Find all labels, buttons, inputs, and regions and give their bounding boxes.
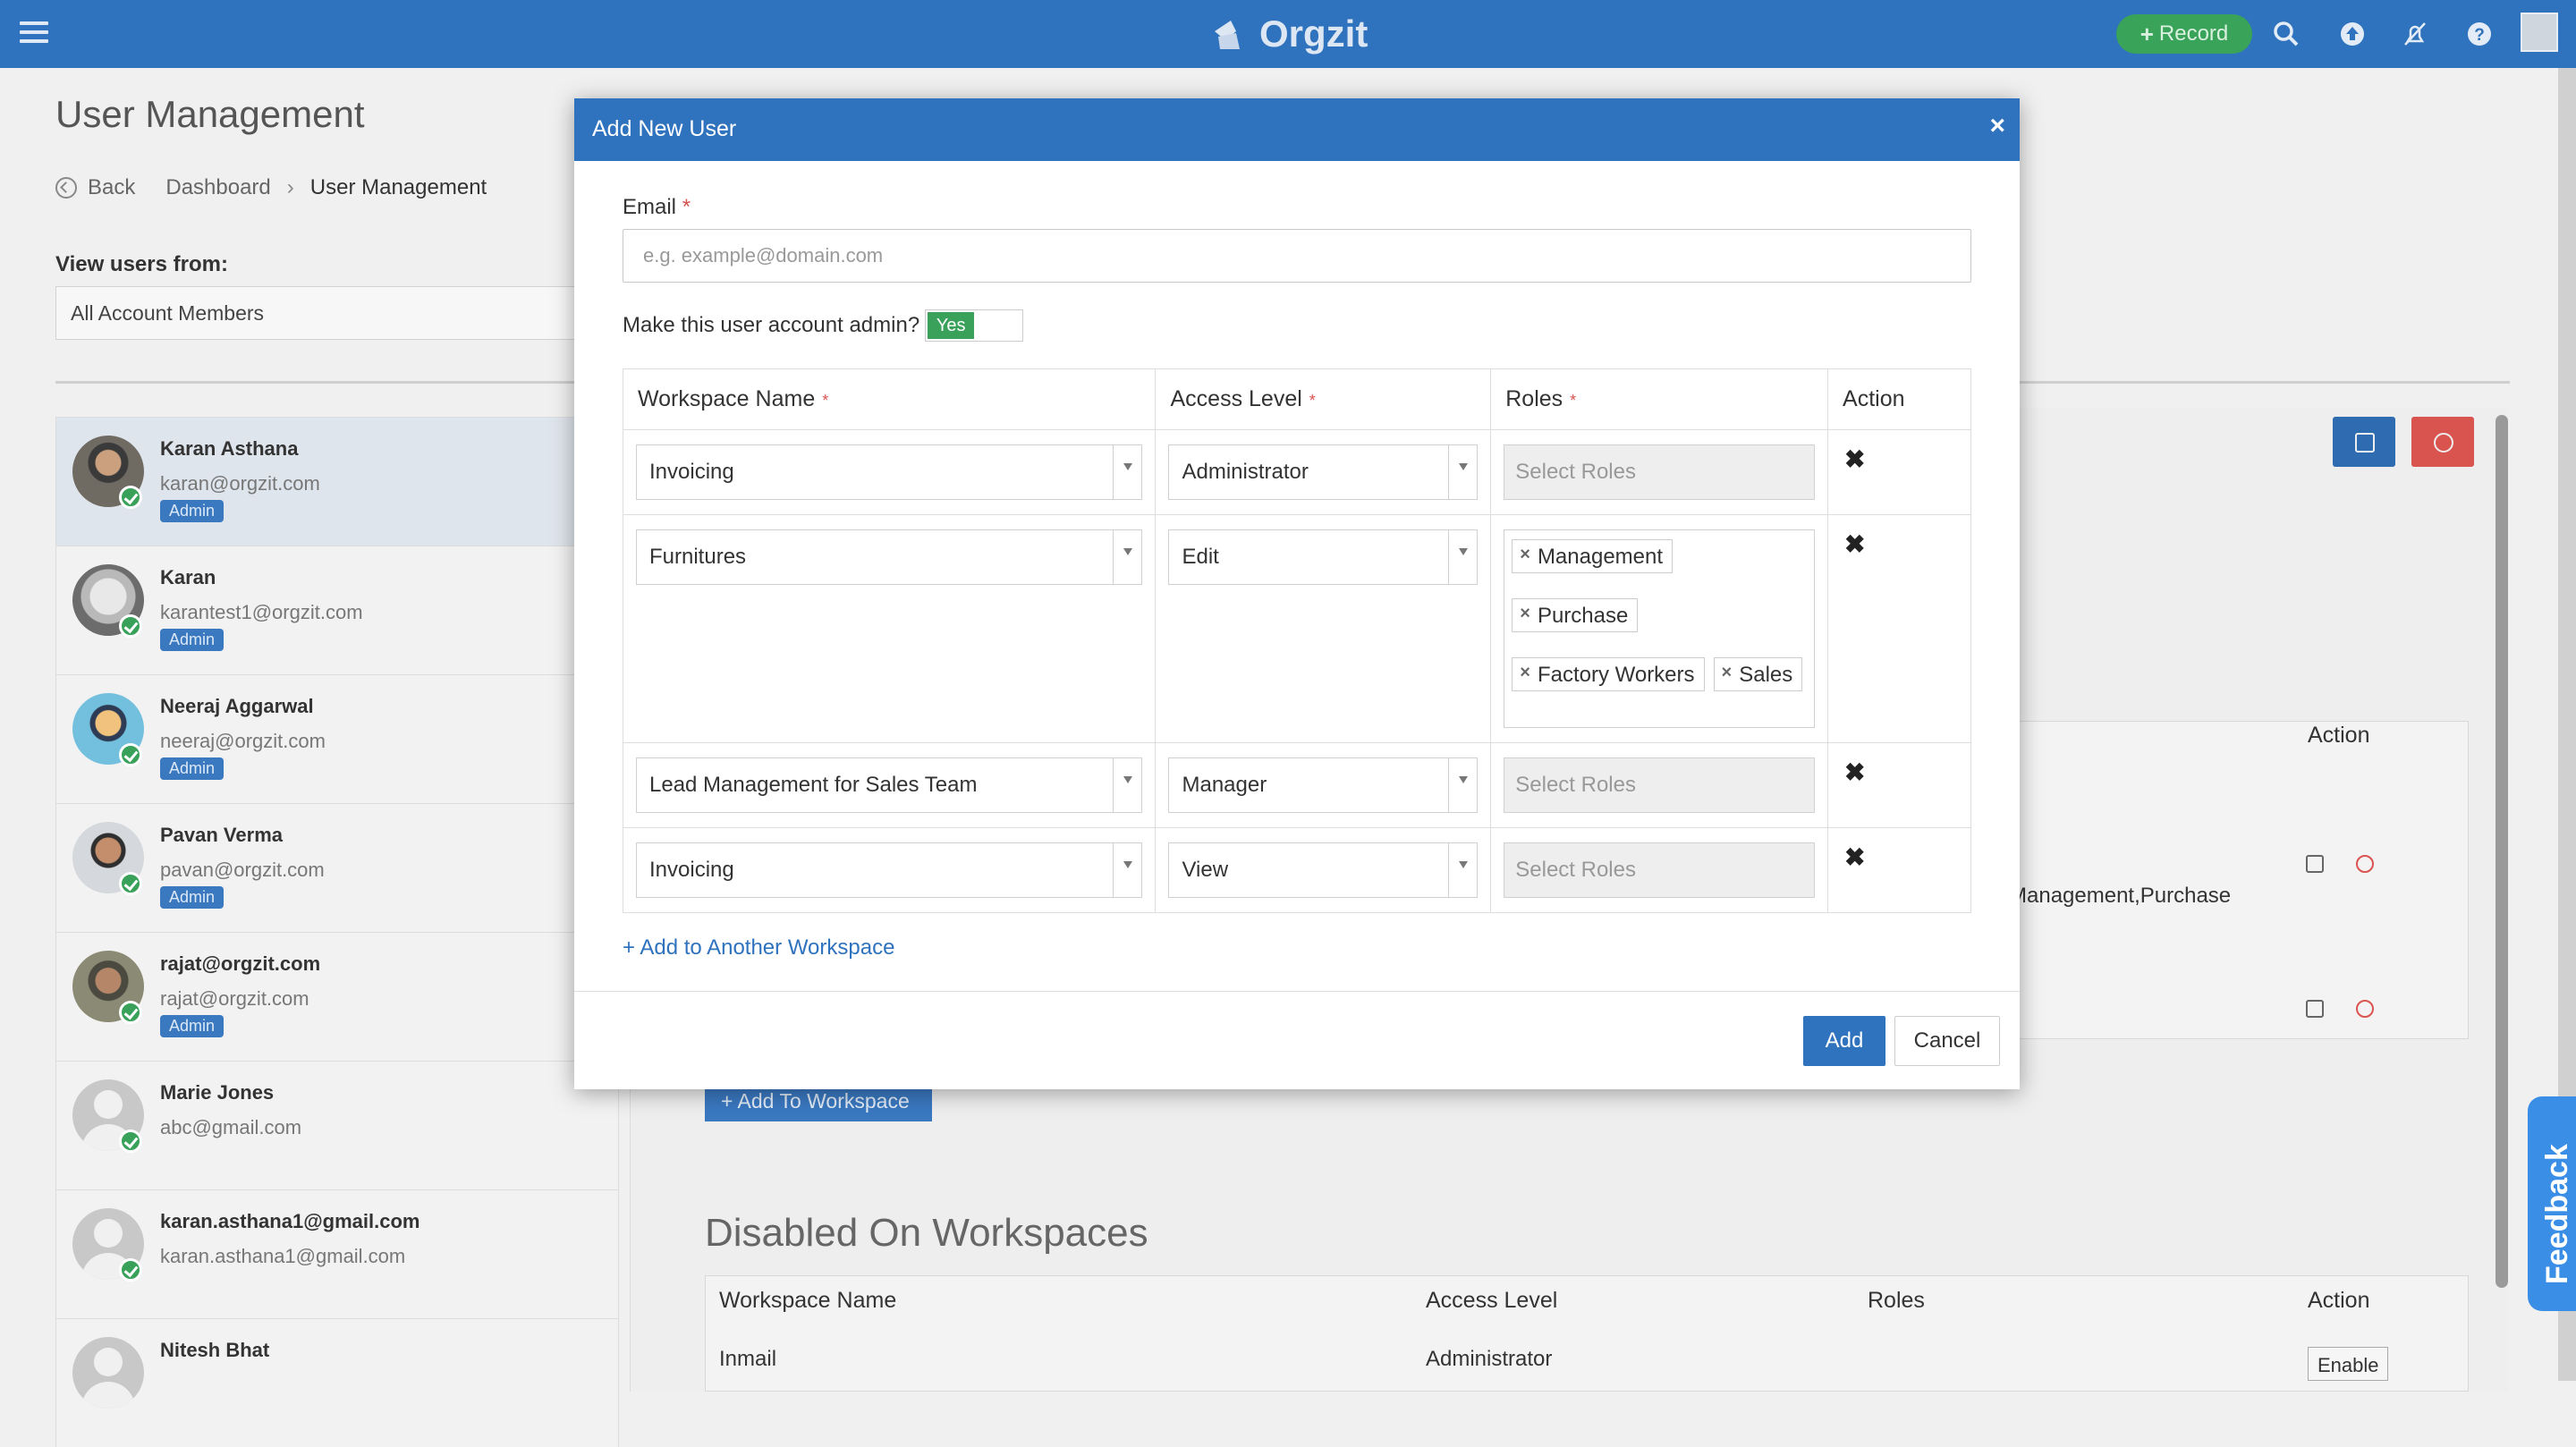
header-action: Action bbox=[1827, 368, 1971, 430]
roles-select[interactable]: Select Roles bbox=[1504, 444, 1816, 500]
add-another-workspace-link[interactable]: + Add to Another Workspace bbox=[623, 935, 894, 960]
dropdown-arrow-icon bbox=[1448, 843, 1477, 897]
admin-question: Make this user account admin? bbox=[623, 313, 920, 337]
header-roles: Roles * bbox=[1490, 368, 1829, 430]
role-tag: × Management bbox=[1512, 539, 1674, 573]
modal-header: Add New User × bbox=[574, 98, 2020, 161]
access-level-select[interactable]: Manager bbox=[1168, 757, 1479, 813]
workspace-select[interactable]: Furnitures bbox=[636, 529, 1143, 585]
close-icon[interactable]: × bbox=[1989, 111, 2005, 141]
table-header-row: Workspace Name * Access Level * Roles * Act… bbox=[622, 368, 1971, 430]
remove-tag-icon[interactable]: × bbox=[1520, 604, 1530, 631]
email-input[interactable] bbox=[623, 229, 1971, 283]
workspace-table: Workspace Name * Access Level * Roles * Act… bbox=[622, 368, 1971, 913]
workspace-select[interactable]: Invoicing bbox=[636, 842, 1143, 898]
header-access-level: Access Level * bbox=[1155, 368, 1492, 430]
admin-toggle-on: Yes bbox=[928, 312, 975, 339]
workspace-select[interactable]: Invoicing bbox=[636, 444, 1143, 500]
dropdown-arrow-icon bbox=[1448, 445, 1477, 499]
modal-title: Add New User bbox=[592, 116, 737, 141]
remove-tag-icon[interactable]: × bbox=[1520, 545, 1530, 572]
remove-row-icon[interactable]: ✖ bbox=[1844, 843, 1865, 871]
dropdown-arrow-icon bbox=[1113, 445, 1141, 499]
role-tag: × Factory Workers bbox=[1512, 657, 1705, 691]
admin-toggle-row: Make this user account admin? Yes bbox=[623, 309, 1024, 342]
remove-tag-icon[interactable]: × bbox=[1722, 663, 1733, 690]
roles-select[interactable]: Select Roles bbox=[1504, 842, 1816, 898]
cancel-button[interactable]: Cancel bbox=[1894, 1016, 2000, 1066]
access-level-select[interactable]: View bbox=[1168, 842, 1479, 898]
dropdown-arrow-icon bbox=[1448, 758, 1477, 812]
remove-row-icon[interactable]: ✖ bbox=[1844, 445, 1865, 473]
access-level-select[interactable]: Edit bbox=[1168, 529, 1479, 585]
dropdown-arrow-icon bbox=[1113, 530, 1141, 584]
dropdown-arrow-icon bbox=[1113, 758, 1141, 812]
add-button[interactable]: Add bbox=[1803, 1016, 1885, 1066]
remove-tag-icon[interactable]: × bbox=[1520, 663, 1530, 690]
required-marker: * bbox=[682, 195, 691, 219]
admin-toggle[interactable]: Yes bbox=[925, 309, 1024, 342]
add-user-modal: Add New User × Email * Make this user ac… bbox=[574, 98, 2020, 1089]
remove-row-icon[interactable]: ✖ bbox=[1844, 758, 1865, 786]
table-row: Invoicing Administrator Select Roles ✖ bbox=[622, 429, 1971, 515]
dropdown-arrow-icon bbox=[1113, 843, 1141, 897]
remove-row-icon[interactable]: ✖ bbox=[1844, 530, 1865, 558]
email-label: Email * bbox=[623, 195, 691, 220]
table-row: Invoicing View Select Roles ✖ bbox=[622, 827, 1971, 913]
modal-footer-divider bbox=[574, 991, 2020, 992]
header-workspace-name: Workspace Name * bbox=[622, 368, 1157, 430]
table-row: Lead Management for Sales Team Manager S… bbox=[622, 742, 1971, 828]
table-row: Furnitures Edit × Management × Purchase × F… bbox=[622, 514, 1971, 743]
role-tag: × Purchase bbox=[1512, 598, 1639, 632]
role-tag: × Sales bbox=[1713, 657, 1803, 691]
roles-select[interactable]: Select Roles bbox=[1504, 757, 1816, 813]
access-level-select[interactable]: Administrator bbox=[1168, 444, 1479, 500]
dropdown-arrow-icon bbox=[1448, 530, 1477, 584]
roles-multiselect[interactable]: × Management × Purchase × Factory Workers ×… bbox=[1504, 529, 1816, 728]
email-label-text: Email bbox=[623, 195, 677, 219]
workspace-select[interactable]: Lead Management for Sales Team bbox=[636, 757, 1143, 813]
